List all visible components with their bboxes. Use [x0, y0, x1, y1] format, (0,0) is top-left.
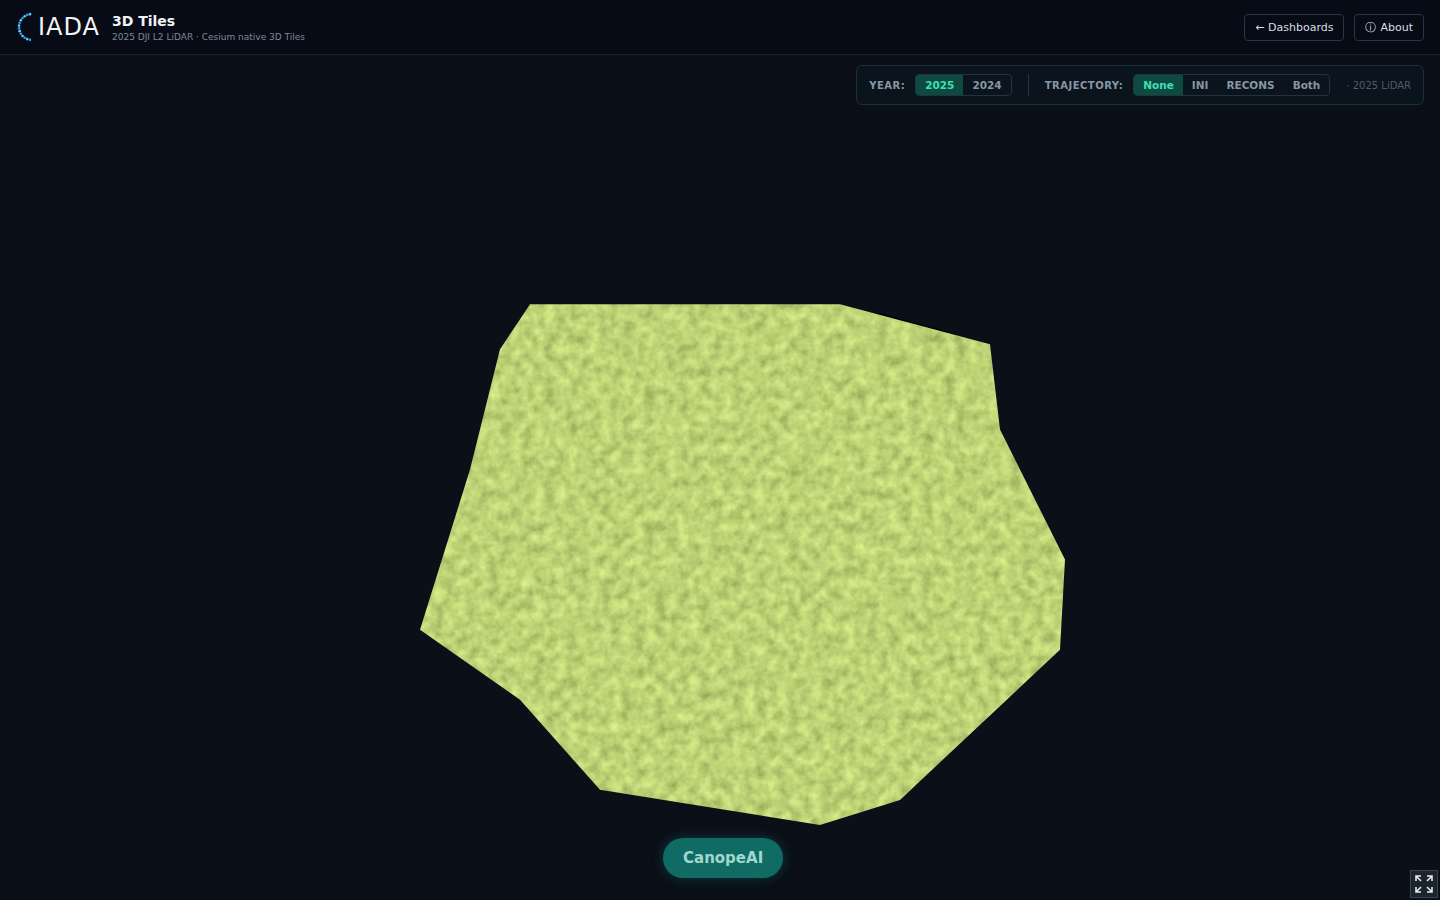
logo-text: IADA	[38, 15, 100, 39]
canope-button[interactable]: CanopeAI	[663, 838, 783, 878]
option-button[interactable]: RECONS	[1217, 75, 1283, 95]
option-button[interactable]: None	[1134, 75, 1183, 95]
dots-logo-icon	[16, 12, 36, 42]
divider	[1028, 74, 1029, 96]
viewer[interactable]: YEAR: 20252024 TRAJECTORY: NoneINIRECONSBot…	[0, 55, 1440, 900]
toolbar-note: · 2025 LiDAR	[1346, 80, 1411, 91]
page-subtitle: 2025 DJI L2 LiDAR · Cesium native 3D Til…	[112, 32, 305, 42]
toolbar-group: TRAJECTORY: NoneINIRECONSBoth	[1045, 74, 1331, 96]
header: IADA 3D Tiles 2025 DJI L2 LiDAR · Cesium n…	[0, 0, 1440, 55]
header-actions: ← Dashboards ⓘAbout	[1244, 14, 1424, 41]
header-button[interactable]: ⓘAbout	[1354, 14, 1424, 41]
page-title: 3D Tiles	[112, 13, 305, 29]
segmented-control: 20252024	[915, 74, 1011, 96]
toolbar: YEAR: 20252024 TRAJECTORY: NoneINIRECONSBot…	[856, 65, 1424, 105]
option-button[interactable]: 2024	[963, 75, 1010, 95]
option-button[interactable]: Both	[1284, 75, 1330, 95]
option-button[interactable]: 2025	[916, 75, 963, 95]
group-label: YEAR:	[869, 80, 905, 91]
group-label: TRAJECTORY:	[1045, 80, 1124, 91]
logo: IADA	[16, 12, 100, 42]
option-button[interactable]: INI	[1183, 75, 1218, 95]
brand: IADA 3D Tiles 2025 DJI L2 LiDAR · Cesium n…	[16, 12, 305, 42]
toolbar-group: YEAR: 20252024	[869, 74, 1011, 96]
header-button[interactable]: ← Dashboards	[1244, 14, 1344, 41]
app: IADA 3D Tiles 2025 DJI L2 LiDAR · Cesium n…	[0, 0, 1440, 900]
title-box: 3D Tiles 2025 DJI L2 LiDAR · Cesium nativ…	[112, 13, 305, 42]
segmented-control: NoneINIRECONSBoth	[1133, 74, 1330, 96]
fullscreen-button[interactable]	[1410, 870, 1438, 898]
fullscreen-icon	[1414, 874, 1434, 894]
point-cloud-icon[interactable]	[0, 55, 1440, 900]
info-icon: ⓘ	[1365, 20, 1376, 35]
